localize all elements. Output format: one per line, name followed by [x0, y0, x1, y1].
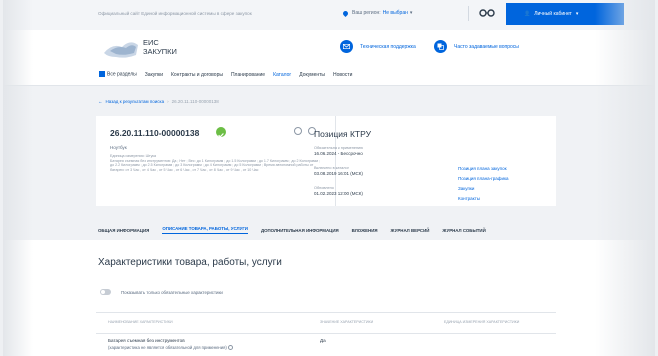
tab-version-log[interactable]: ЖУРНАЛ ВЕРСИЙ [391, 228, 430, 233]
meta-mandatory: Обязательна к применению 16.06.2024 - Бе… [314, 146, 363, 156]
ktru-description: Единица измерения: Штука Батарея съемная… [110, 154, 320, 172]
ktru-name: Ноутбук [110, 145, 127, 150]
region-prefix: Ваш регион: [352, 10, 381, 16]
meta-label: Обновлено [314, 186, 334, 190]
chevron-down-icon: ▾ [409, 10, 413, 16]
column-header: НАИМЕНОВАНИЕ ХАРАКТЕРИСТИКИ [108, 320, 173, 324]
mandatory-only-toggle[interactable] [100, 289, 111, 295]
position-title: Позиция КТРУ [314, 129, 371, 139]
nav-item-contracts[interactable]: Контракты и договоры [171, 72, 223, 78]
section-title: Характеристики товара, работы, услуги [98, 257, 282, 268]
region-value[interactable]: Не выбран [383, 10, 408, 16]
nav-item-label: Все разделы [107, 71, 137, 78]
nav-item-news[interactable]: Новости [333, 72, 352, 78]
nav-item-catalog[interactable]: Каталог [273, 72, 291, 78]
meta-value: 01.02.2023 12:00 (МСК) [314, 191, 363, 196]
characteristic-value: Да [320, 338, 326, 343]
shadow-right [595, 0, 655, 356]
location-pin-icon [341, 9, 350, 17]
breadcrumb-separator: › [167, 99, 169, 104]
characteristics-section: Характеристики товара, работы, услуги По… [3, 240, 655, 356]
question-icon[interactable] [227, 345, 233, 351]
link-schedule-position[interactable]: Позиция плана-графика [458, 174, 509, 184]
tab-bar: ОБЩАЯ ИНФОРМАЦИЯ ОПИСАНИЕ ТОВАРА, РАБОТЫ… [3, 222, 655, 238]
note-text: (характеристика не является обязательной… [108, 345, 227, 350]
region-selector[interactable]: Ваш регион: Не выбран ▾ [341, 9, 413, 17]
tab-general[interactable]: ОБЩАЯ ИНФОРМАЦИЯ [98, 228, 149, 233]
site-label: Официальный сайт Единой информационной с… [98, 11, 252, 16]
tab-attachments[interactable]: ВЛОЖЕНИЯ [352, 228, 378, 233]
back-link[interactable]: Назад к результатам поиска [106, 99, 165, 104]
main-nav: Все разделы Закупки Контракты и договоры… [3, 64, 655, 86]
meta-label: Обязательна к применению [314, 146, 364, 150]
nav-item-purchases[interactable]: Закупки [145, 72, 163, 78]
related-links: Позиция плана закупок Позиция плана-граф… [458, 164, 509, 204]
support-link[interactable]: Техническая поддержка [340, 40, 416, 53]
tab-additional[interactable]: ДОПОЛНИТЕЛЬНАЯ ИНФОРМАЦИЯ [261, 228, 339, 233]
meta-included: Включено в каталог 03.08.2019 16:01 (МСК… [314, 166, 363, 176]
nav-item-all[interactable]: Все разделы [99, 71, 137, 78]
check-icon [216, 127, 226, 138]
card-controls [294, 127, 316, 135]
site-header: ЕИС ЗАКУПКИ Техническая поддержка Часто … [3, 30, 655, 64]
divider [468, 6, 469, 21]
characteristic-note: (характеристика не является обязательной… [108, 344, 233, 351]
table-row: Батарея съемная без инструментов (характ… [108, 337, 233, 351]
link-contracts[interactable]: Контракты [458, 194, 509, 204]
link-plan-position[interactable]: Позиция плана закупок [458, 164, 509, 174]
user-icon: 👤 [524, 11, 531, 17]
shadow-left [3, 0, 33, 356]
tab-description[interactable]: ОПИСАНИЕ ТОВАРА, РАБОТЫ, УСЛУГИ [162, 226, 248, 234]
help-icon[interactable] [294, 127, 302, 135]
ktru-card: 26.20.11.110-00000138 Ноутбук Единица из… [96, 116, 556, 206]
cabinet-label: Личный кабинет [534, 11, 572, 17]
link-purchases[interactable]: Закупки [458, 184, 509, 194]
logo-text: ЕИС ЗАКУПКИ [143, 38, 177, 56]
ktru-code: 26.20.11.110-00000138 [110, 128, 200, 138]
page: Официальный сайт Единой информационной с… [3, 0, 655, 356]
column-header: ЕДИНИЦА ИЗМЕРЕНИЯ ХАРАКТЕРИСТИКИ [444, 320, 520, 324]
faq-label: Часто задаваемые вопросы [454, 43, 519, 50]
logo-line1: ЕИС [143, 38, 159, 47]
accessibility-glasses-icon[interactable] [479, 8, 495, 18]
tab-event-log[interactable]: ЖУРНАЛ СОБЫТИЙ [442, 228, 485, 233]
characteristics-table: НАИМЕНОВАНИЕ ХАРАКТЕРИСТИКИ ЗНАЧЕНИЕ ХАР… [96, 312, 556, 356]
meta-updated: Обновлено 01.02.2023 12:00 (МСК) [314, 186, 363, 196]
chevron-down-icon: ▾ [575, 11, 579, 17]
nav-item-planning[interactable]: Планирование [231, 72, 265, 78]
row-divider [96, 333, 556, 334]
faq-link[interactable]: Часто задаваемые вопросы [434, 40, 519, 53]
characteristic-name: Батарея съемная без инструментов [108, 338, 185, 343]
arrow-left-icon[interactable]: ← [98, 99, 103, 104]
breadcrumb-current: 26.20.11.110-00000138 [171, 99, 219, 104]
logo-line2: ЗАКУПКИ [143, 47, 177, 56]
column-header: ЗНАЧЕНИЕ ХАРАКТЕРИСТИКИ [320, 320, 374, 324]
support-label: Техническая поддержка [360, 43, 416, 50]
top-bar: Официальный сайт Единой информационной с… [3, 0, 655, 30]
nav-item-documents[interactable]: Документы [299, 72, 325, 78]
grid-icon [99, 71, 105, 78]
meta-value: 03.08.2019 16:01 (МСК) [314, 171, 363, 176]
toggle-label: Показывать только обязательные характери… [121, 290, 223, 295]
breadcrumb: ← Назад к результатам поиска › 26.20.11.… [98, 99, 219, 104]
meta-label: Включено в каталог [314, 166, 349, 170]
question-bubble-icon [434, 40, 447, 53]
mail-icon [340, 40, 353, 53]
meta-value: 16.06.2024 - Бессрочно [314, 151, 363, 156]
